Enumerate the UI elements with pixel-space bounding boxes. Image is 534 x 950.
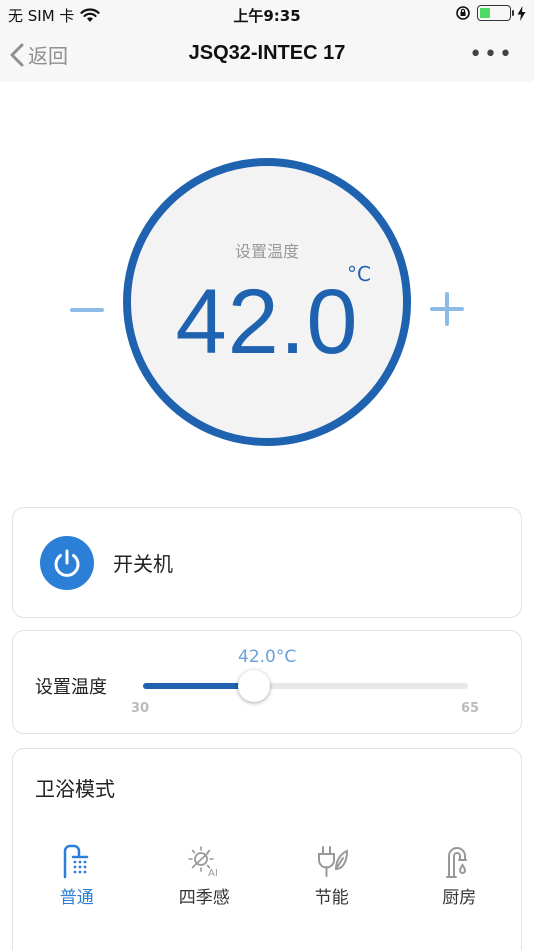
temperature-setting-label: 设置温度	[35, 677, 107, 698]
bath-mode-card: 卫浴模式 普通 AI 四季感 节能 厨房	[12, 748, 522, 950]
mode-kitchen[interactable]: 厨房	[396, 843, 524, 908]
mode-label: 四季感	[178, 888, 230, 908]
decrease-temperature-button[interactable]	[70, 308, 104, 312]
mode-four-seasons[interactable]: AI 四季感	[141, 843, 269, 908]
slider-max-label: 65	[461, 701, 480, 716]
dial-temperature-unit: °C	[347, 262, 371, 286]
mode-label: 普通	[59, 888, 94, 908]
page-title: JSQ32-INTEC 17	[188, 42, 346, 64]
temperature-slider-card: 设置温度 42.0°C 30 65	[12, 630, 522, 734]
mode-eco[interactable]: 节能	[268, 843, 396, 908]
eco-plug-icon	[317, 846, 348, 877]
mode-title: 卫浴模式	[35, 777, 115, 801]
more-options-button[interactable]: •••	[469, 42, 514, 67]
mode-list: 普通 AI 四季感 节能 厨房	[13, 843, 523, 908]
ai-sun-snow-icon: AI	[188, 846, 218, 879]
power-card: 开关机	[12, 507, 522, 618]
slider-min-label: 30	[131, 701, 150, 716]
mode-label: 节能	[314, 888, 349, 908]
battery-level	[480, 8, 490, 18]
power-button[interactable]	[40, 536, 94, 590]
slider-value-label: 42.0°C	[238, 647, 297, 667]
faucet-icon	[446, 847, 468, 878]
svg-text:AI: AI	[208, 868, 218, 879]
dial-label: 设置温度	[234, 242, 299, 261]
mode-normal[interactable]: 普通	[13, 843, 141, 908]
temperature-slider[interactable]	[143, 670, 468, 702]
battery-icon	[477, 5, 514, 21]
nav-bar: 返回 JSQ32-INTEC 17 •••	[0, 28, 534, 82]
power-icon	[54, 549, 80, 577]
status-right	[455, 5, 526, 21]
mode-label: 厨房	[442, 888, 477, 908]
temperature-dial-area: 设置温度 42.0 °C	[0, 82, 534, 502]
increase-temperature-button[interactable]	[430, 292, 464, 326]
status-bar: 无 SIM 卡 上午9:35	[0, 0, 534, 28]
status-time: 上午9:35	[233, 7, 301, 25]
charging-icon	[517, 5, 526, 21]
shower-icon	[63, 844, 88, 879]
slider-thumb[interactable]	[238, 670, 271, 702]
power-label: 开关机	[113, 552, 173, 576]
temperature-dial: 设置温度 42.0 °C	[123, 158, 411, 446]
orientation-lock-icon	[456, 6, 470, 20]
